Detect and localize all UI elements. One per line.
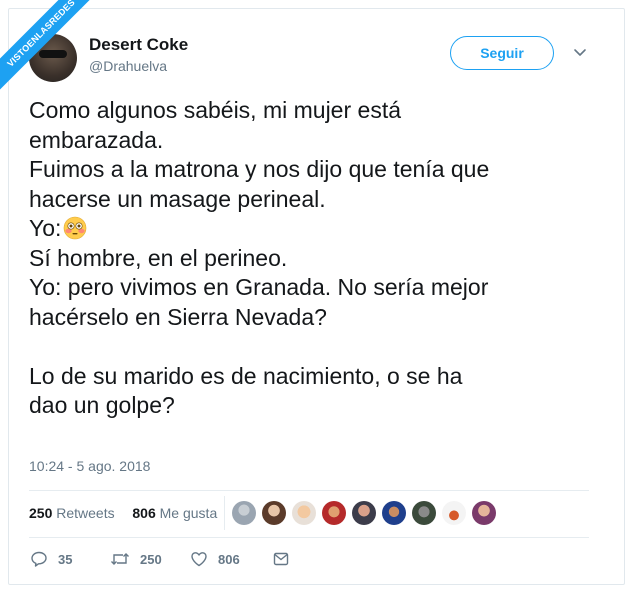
tweet-line: hacérselo en Sierra Nevada?	[29, 303, 327, 330]
engagement-stats: 250 Retweets 806 Me gusta	[29, 505, 217, 521]
retweets-label[interactable]: Retweets	[56, 505, 114, 521]
chevron-down-icon[interactable]	[572, 44, 588, 60]
liker-avatar[interactable]	[472, 501, 496, 525]
liker-avatar[interactable]	[292, 501, 316, 525]
reply-count: 35	[58, 551, 73, 567]
reply-button[interactable]: 35	[30, 548, 72, 570]
tweet-line: Sí hombre, en el perineo.	[29, 244, 288, 271]
tweet-line: hacerse un masage perineal.	[29, 185, 326, 212]
liker-avatar[interactable]	[442, 501, 466, 525]
liker-avatar[interactable]	[262, 501, 286, 525]
direct-message-button[interactable]	[272, 548, 300, 570]
message-icon	[273, 552, 289, 566]
retweet-button[interactable]: 250	[110, 548, 162, 570]
tweet-line: Yo: pero vivimos en Granada. No sería me…	[29, 274, 489, 300]
tweet-line: embarazada.	[29, 126, 164, 153]
tweet-line: dao un golpe?	[29, 392, 175, 418]
liker-avatar[interactable]	[382, 501, 406, 525]
like-icon	[191, 552, 207, 567]
author-name[interactable]: Desert Coke	[89, 35, 188, 55]
like-button[interactable]: 806	[190, 548, 240, 570]
flushed-face-emoji	[64, 216, 87, 240]
tweet-line: Como algunos sabéis, mi mujer está	[29, 97, 401, 123]
retweet-icon	[111, 553, 129, 565]
liker-avatar[interactable]	[232, 501, 256, 525]
follow-button[interactable]: Seguir	[450, 36, 554, 70]
divider	[29, 490, 589, 491]
stats-separator	[224, 496, 225, 530]
retweet-count: 250	[140, 551, 162, 567]
tweet-timestamp[interactable]: 10:24 - 5 ago. 2018	[29, 458, 150, 474]
retweets-count[interactable]: 250	[29, 505, 52, 521]
liker-avatar[interactable]	[322, 501, 346, 525]
likes-count[interactable]: 806	[132, 505, 155, 521]
tweet-line-with-emoji: Yo:	[29, 214, 609, 244]
author-handle[interactable]: @Drahuelva	[89, 58, 167, 74]
liker-avatar[interactable]	[352, 501, 376, 525]
like-count: 806	[218, 551, 240, 567]
tweet-line: Fuimos a la matrona y nos dijo que tenía…	[29, 156, 490, 182]
likes-label[interactable]: Me gusta	[160, 505, 218, 521]
tweet-line: Yo:	[29, 215, 62, 241]
reply-icon	[31, 551, 47, 567]
divider	[29, 537, 589, 538]
liker-avatar[interactable]	[412, 501, 436, 525]
tweet-line: Lo de su marido es de nacimiento, o se h…	[29, 362, 463, 389]
tweet-text: Como algunos sabéis, mi mujer está embar…	[29, 96, 609, 421]
